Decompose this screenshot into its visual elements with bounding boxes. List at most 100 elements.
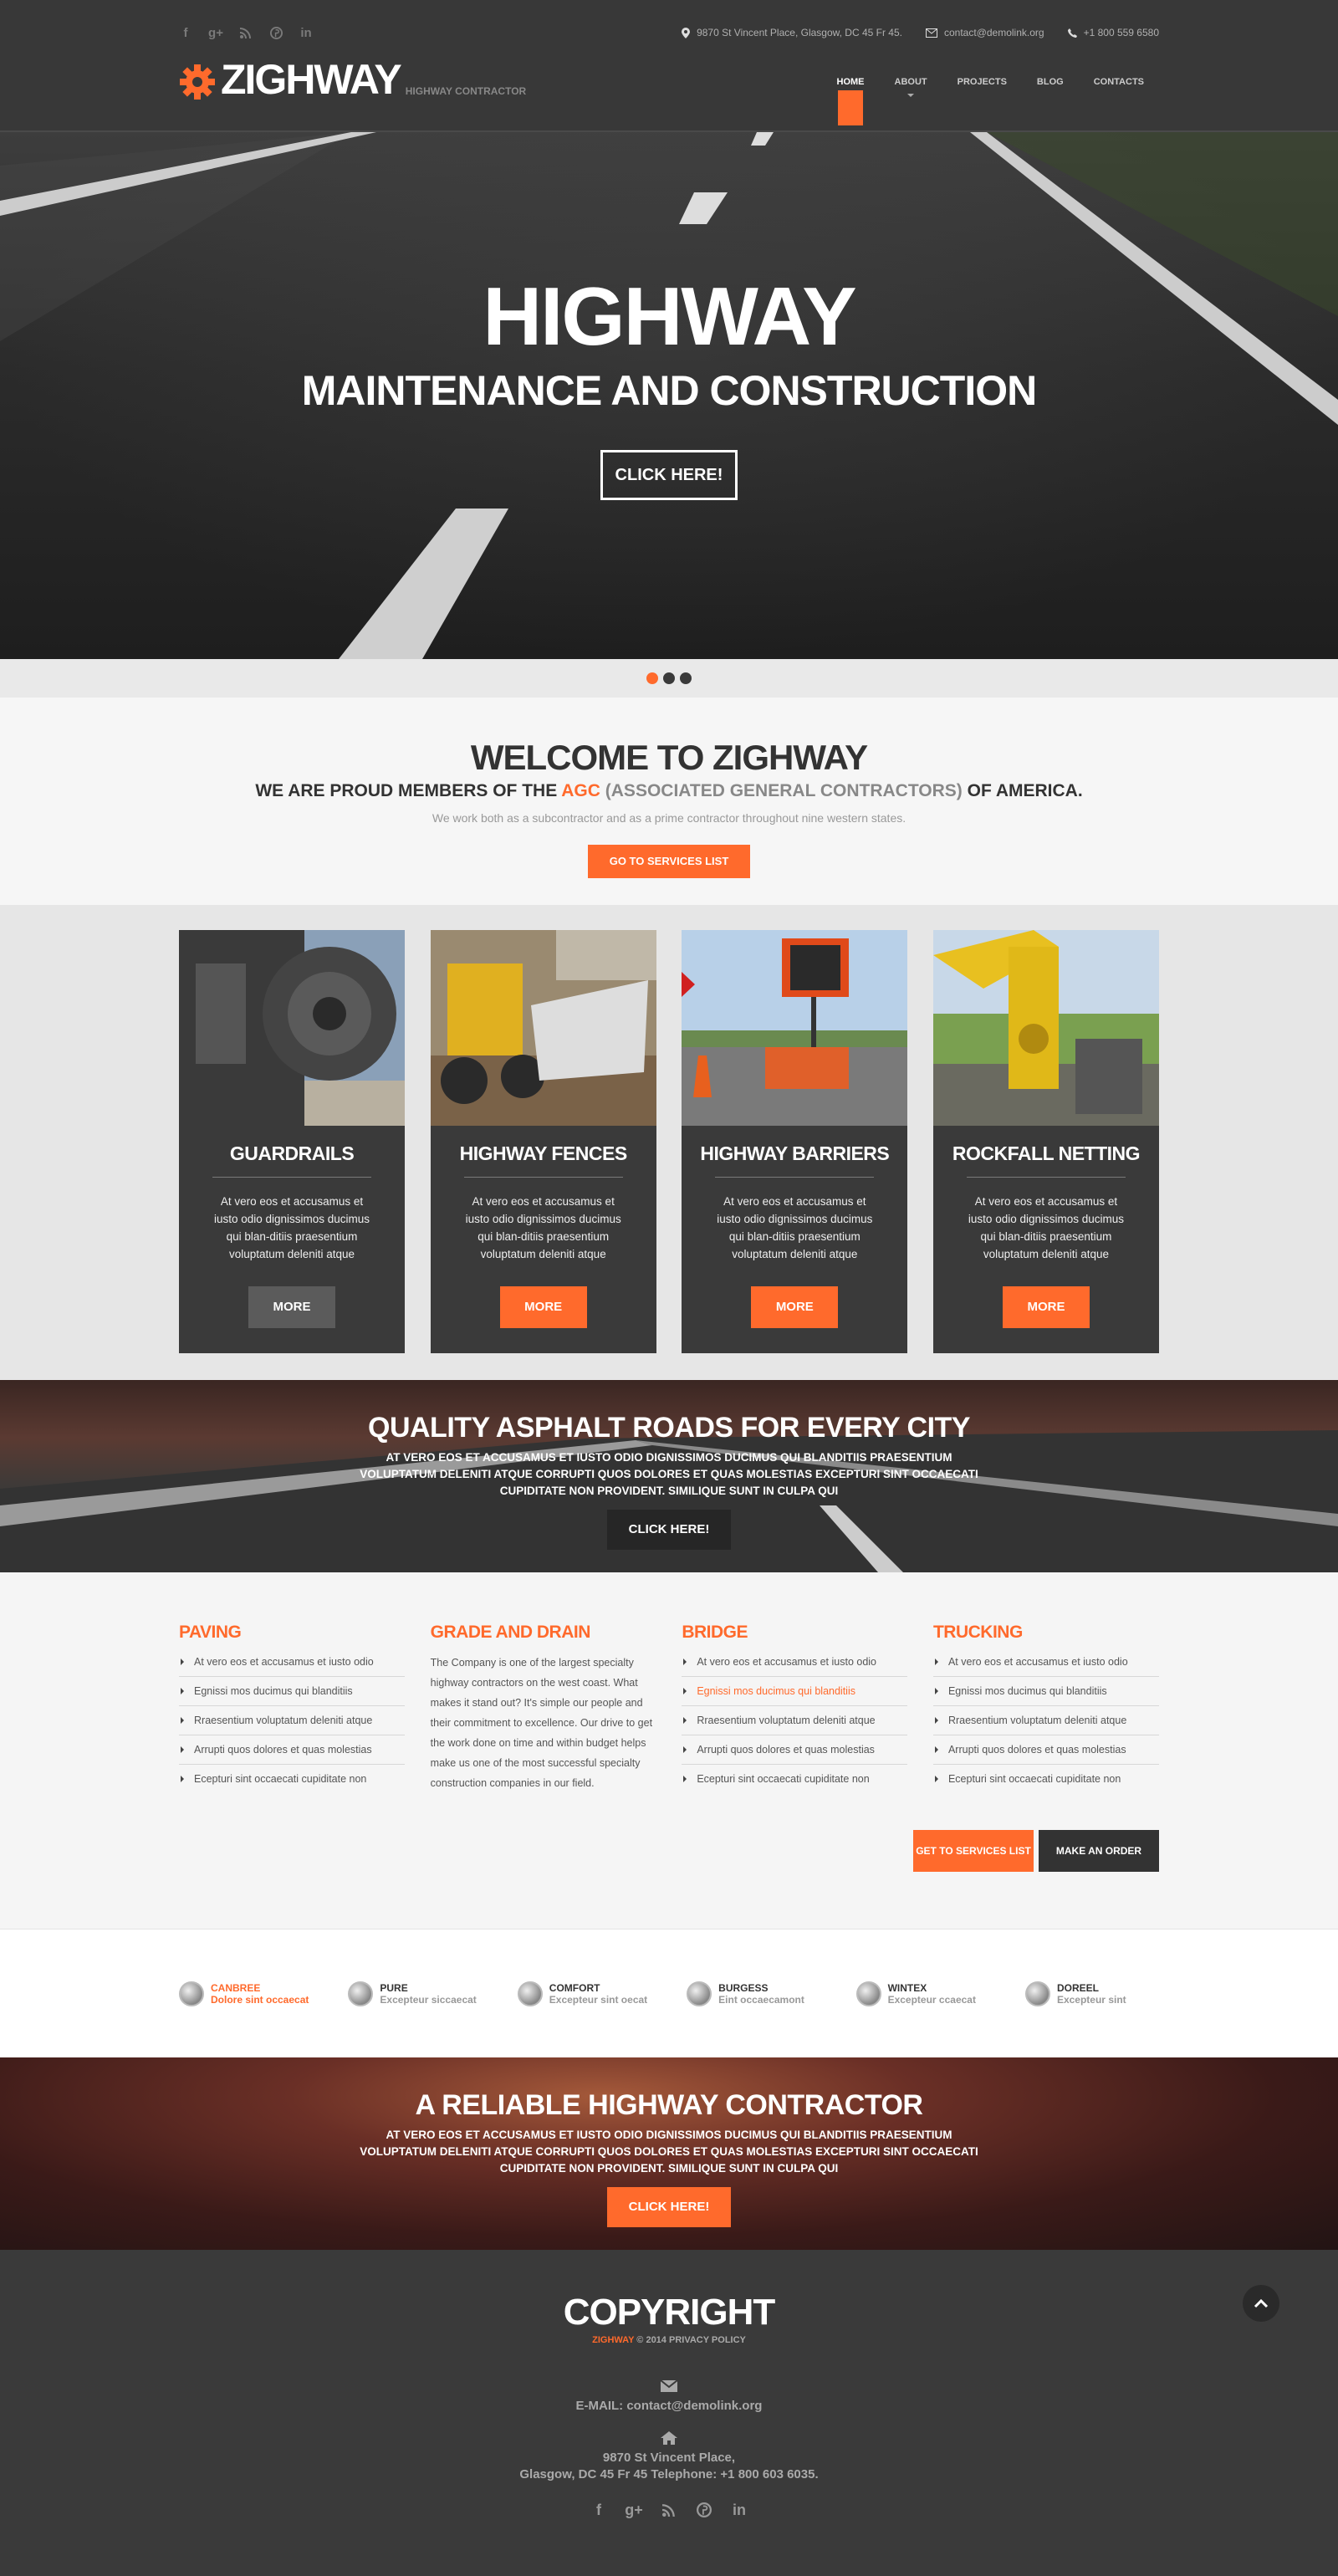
slider-dot-2[interactable] [663,672,675,684]
more-button[interactable]: MORE [499,1286,587,1328]
pinterest-icon[interactable] [269,26,283,39]
service-title: HIGHWAY BARRIERS [700,1142,890,1164]
list-item[interactable]: Arrupti quos dolores et quas molestias [932,1744,1159,1765]
facebook-icon[interactable]: f [590,2502,607,2518]
chevron-up-icon [1254,2298,1269,2308]
partner-burgess[interactable]: BURGESS Eint occaecamont [687,1981,845,2006]
linkedin-icon[interactable]: in [731,2502,748,2518]
more-button[interactable]: MORE [751,1286,839,1328]
make-order-button[interactable]: MAKE AN ORDER [1039,1830,1159,1872]
partner-wintex[interactable]: WINTEX Excepteur ccaecat [855,1981,1015,2006]
more-button[interactable]: MORE [248,1286,335,1328]
footer-email-link[interactable]: contact@demolink.org [626,2399,762,2413]
logo-tagline: HIGHWAY CONTRACTOR [405,85,527,97]
hero-cta-button[interactable]: CLICK HERE! [600,450,738,500]
header-email[interactable]: contact@demolink.org [944,27,1044,38]
partner-name: PURE [380,1981,408,1994]
highway-fences-image [430,930,656,1126]
gear-icon [179,64,216,100]
column-title: GRADE AND DRAIN [430,1623,591,1642]
partner-text: Excepteur siccaecat [380,1993,477,2006]
service-text: At vero eos et accusamus et iusto odio d… [465,1195,621,1260]
partner-name: CANBREE [211,1981,261,1994]
list-item[interactable]: Rraesentium voluptatum deleniti atque [682,1715,908,1735]
privacy-policy-link[interactable]: PRIVACY POLICY [669,2335,746,2345]
divider [212,1177,371,1178]
more-button[interactable]: MORE [1002,1286,1090,1328]
partner-name: BURGESS [718,1981,769,1994]
rockfall-netting-image [932,930,1159,1126]
nav-about[interactable]: ABOUT [880,65,942,125]
google-plus-icon[interactable]: g+ [625,2502,643,2518]
list-item[interactable]: Egnissi mos ducimus qui blanditiis [179,1685,405,1706]
list-item[interactable]: At vero eos et accusamus et iusto odio [179,1656,405,1677]
nav-home[interactable]: HOME [822,65,880,125]
grade-drain-column: GRADE AND DRAIN The Company is one of th… [431,1623,656,1802]
partner-text: Excepteur sint [1056,1993,1126,2006]
column-title: BRIDGE [682,1623,748,1642]
nav-blog[interactable]: BLOG [1022,65,1079,125]
column-text: The Company is one of the largest specia… [430,1657,653,1789]
service-text: At vero eos et accusamus et iusto odio d… [968,1195,1125,1260]
site-logo[interactable]: ZIGHWAY HIGHWAY CONTRACTOR [179,59,526,100]
facebook-icon[interactable]: f [179,26,192,40]
quality-title: QUALITY ASPHALT ROADS FOR EVERY CITY [368,1412,971,1444]
list-item[interactable]: At vero eos et accusamus et iusto odio [682,1656,908,1677]
list-item[interactable]: Egnissi mos ducimus qui blanditiis [932,1685,1159,1706]
service-title: ROCKFALL NETTING [952,1142,1141,1164]
list-item[interactable]: Rraesentium voluptatum deleniti atque [179,1715,405,1735]
welcome-sub-agc: AGC [561,781,600,800]
nav-projects[interactable]: PROJECTS [942,65,1022,125]
quality-cta-button[interactable]: CLICK HERE! [607,1510,731,1550]
slider-dot-3[interactable] [680,672,692,684]
trucking-column: TRUCKING At vero eos et accusamus et ius… [932,1623,1159,1802]
main-nav: HOME ABOUT PROJECTS BLOG CONTACTS [822,65,1159,125]
partner-text: Dolore sint occaecat [211,1993,309,2006]
location-pin-icon [682,27,691,38]
list-item[interactable]: Egnissi mos ducimus qui blanditiis [682,1685,908,1706]
nav-contacts[interactable]: CONTACTS [1079,65,1159,125]
service-card: HIGHWAY FENCES At vero eos et accusamus … [430,930,656,1353]
footer-email-label: E-MAIL: [575,2399,627,2413]
partner-logo-icon [179,1981,204,2006]
hero-title: HIGHWAY [483,270,856,362]
partner-logo-icon [517,1981,543,2006]
partner-doreel[interactable]: DOREEL Excepteur sint [1024,1981,1159,2006]
site-header: f g+ in 9870 St Vincent Place, Glasgow, … [0,0,1338,132]
header-socials: f g+ in [179,26,313,40]
list-item[interactable]: Ecepturi sint occaecati cupiditate non [933,1773,1159,1793]
rss-icon[interactable] [239,26,253,39]
google-plus-icon[interactable]: g+ [208,26,223,40]
list-item[interactable]: At vero eos et accusamus et iusto odio [932,1656,1159,1677]
paving-column: PAVING At vero eos et accusamus et iusto… [179,1623,405,1802]
linkedin-icon[interactable]: in [299,26,313,40]
divider [463,1177,623,1178]
partner-canbree[interactable]: CANBREE Dolore sint occaecat [179,1981,338,2006]
site-footer: COPYRIGHT ZIGHWAY © 2014 PRIVACY POLICY … [0,2250,1338,2576]
service-card: HIGHWAY BARRIERS At vero eos et accusamu… [682,930,908,1353]
partner-pure[interactable]: PURE Excepteur siccaecat [348,1981,507,2006]
reliable-cta-button[interactable]: CLICK HERE! [607,2187,731,2227]
footer-year: © 2014 [634,2335,669,2345]
partner-text: Excepteur sint oecat [549,1993,648,2006]
phone-icon [1067,28,1077,38]
services-list-button[interactable]: GO TO SERVICES LIST [588,845,750,878]
get-services-list-button[interactable]: GET TO SERVICES LIST [913,1830,1034,1872]
partner-name: DOREEL [1056,1981,1099,1994]
partner-comfort[interactable]: COMFORT Excepteur sint oecat [517,1981,677,2006]
slider-dot-1[interactable] [646,672,658,684]
rss-icon[interactable] [661,2502,677,2518]
list-item[interactable]: Arrupti quos dolores et quas molestias [179,1744,405,1765]
partner-name: WINTEX [887,1981,927,1994]
reliable-text: AT VERO EOS ET ACCUSAMUS ET IUSTO ODIO D… [360,2129,978,2175]
pinterest-icon[interactable] [696,2502,712,2518]
slider-pagination [0,659,1338,698]
list-item[interactable]: Arrupti quos dolores et quas molestias [682,1744,908,1765]
welcome-sub-pre: WE ARE PROUD MEMBERS OF THE [255,781,562,800]
list-item[interactable]: Ecepturi sint occaecati cupiditate non [179,1773,405,1793]
scroll-to-top-button[interactable] [1243,2285,1279,2322]
list-item[interactable]: Rraesentium voluptatum deleniti atque [932,1715,1159,1735]
list-item[interactable]: Ecepturi sint occaecati cupiditate non [682,1773,907,1793]
footer-email-line: E-MAIL: contact@demolink.org [0,2399,1338,2413]
hero-subtitle: MAINTENANCE AND CONSTRUCTION [301,367,1037,414]
